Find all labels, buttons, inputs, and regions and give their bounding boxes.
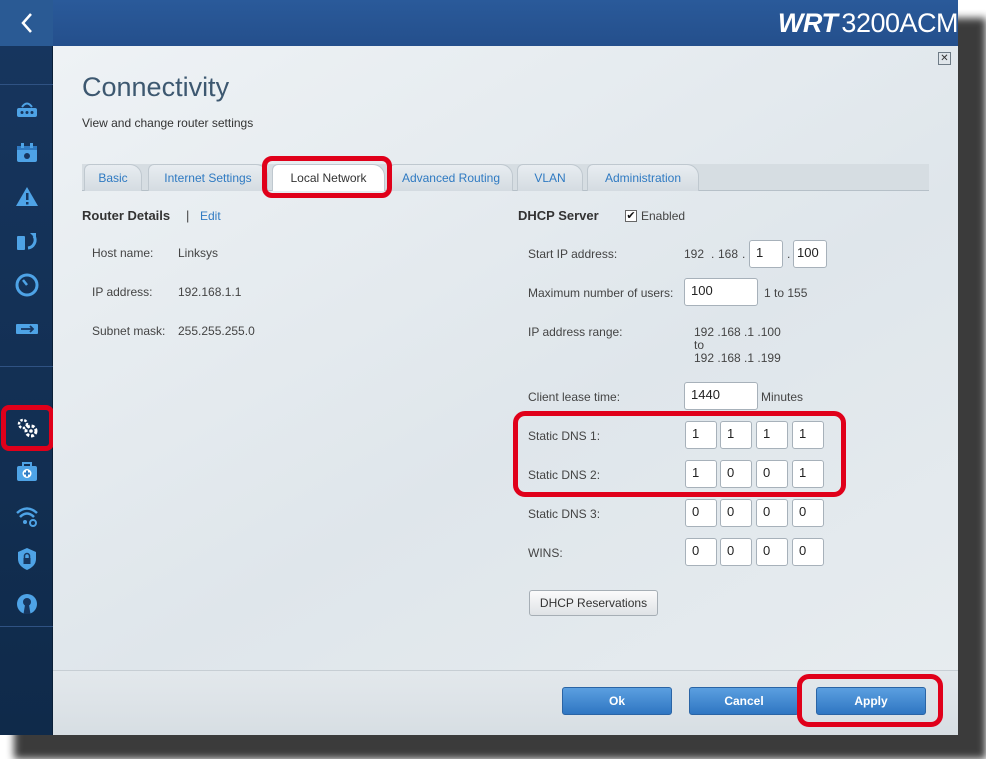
max-users-input[interactable]: 100 [684,278,758,306]
local-network-highlight-annotation [262,156,392,198]
start-ip-octet-4-input[interactable]: 100 [793,240,827,268]
wins-octet-4[interactable]: 0 [792,538,824,566]
brand-logo: WRT 3200ACM [777,8,958,38]
sidebar-item-troubleshooting[interactable] [0,177,53,217]
speed-test-icon [15,273,38,297]
sidebar-divider [0,84,53,85]
tab-strip: Basic Internet Settings Local Network Ad… [82,164,929,191]
network-warning-icon [15,187,38,206]
title-separator: | [186,208,190,223]
edit-link[interactable]: Edit [200,209,221,223]
sidebar [0,0,54,735]
close-icon[interactable]: ✕ [938,52,951,65]
sidebar-item-parental-controls[interactable] [0,133,53,173]
ip-range-to-word: to [694,338,705,352]
ip-address-label: IP address: [92,285,153,299]
sidebar-item-network-map[interactable] [0,90,53,130]
ip-range-to: 192 .168 .1 .199 [694,351,781,365]
back-button[interactable] [0,0,53,46]
ip-dot: . [742,247,746,261]
sidebar-item-troubleshoot-kit[interactable] [0,452,53,492]
static-dns-3-octet-4[interactable]: 0 [792,499,824,527]
ip-dot: . [711,247,715,261]
router-details-title: Router Details [82,208,171,223]
sidebar-divider [0,626,53,627]
calendar-icon [16,143,37,162]
host-name-label: Host name: [92,246,154,260]
lease-time-label: Client lease time: [528,390,621,404]
max-users-label: Maximum number of users: [528,286,674,300]
tab-advanced-routing[interactable]: Advanced Routing [389,164,513,191]
static-dns-3-octet-2[interactable]: 0 [720,499,752,527]
back-arrow-icon [20,13,32,33]
sidebar-item-speed-test[interactable] [0,265,53,305]
wins-octet-2[interactable]: 0 [720,538,752,566]
wins-octet-1[interactable]: 0 [685,538,717,566]
wins-label: WINS: [528,546,563,560]
settings-highlight-annotation [1,405,54,451]
start-ip-octet-2: 168 [718,247,739,261]
footer-bar: Ok Cancel Apply [53,670,958,735]
wins-octet-3[interactable]: 0 [756,538,788,566]
ip-address-value: 192.168.1.1 [178,285,242,299]
lease-time-input[interactable]: 1440 [684,382,758,410]
sidebar-divider [0,366,53,367]
screenshot-stage: WRT 3200ACM ✕ Connectivity View and chang… [0,0,986,759]
start-ip-label: Start IP address: [528,247,618,261]
tab-administration[interactable]: Administration [587,164,699,191]
sidebar-item-wireless[interactable] [0,496,53,536]
sidebar-item-external-storage[interactable] [0,309,53,349]
tab-basic[interactable]: Basic [84,164,142,191]
connectivity-panel: ✕ Connectivity View and change router se… [53,46,958,735]
ip-range-label: IP address range: [528,325,623,339]
apply-highlight-annotation [797,674,943,727]
cancel-button[interactable]: Cancel [689,687,799,715]
tab-vlan[interactable]: VLAN [517,164,583,191]
dhcp-enabled-label: Enabled [641,209,686,223]
dhcp-enabled-checkbox[interactable]: ✔ [625,210,637,222]
host-name-value: Linksys [178,246,219,260]
start-ip-octet-1: 192 [684,247,705,261]
security-shield-icon [17,548,36,570]
first-aid-icon [16,462,37,481]
top-bar: WRT 3200ACM [53,0,958,46]
ip-dot: . [787,247,791,261]
router-window: WRT 3200ACM ✕ Connectivity View and chang… [0,0,958,735]
refresh-icon [16,233,37,250]
lease-time-unit: Minutes [761,390,804,404]
dhcp-reservations-button[interactable]: DHCP Reservations [529,590,658,616]
usb-icon [15,324,38,334]
sidebar-item-openvpn[interactable] [0,584,53,624]
sidebar-item-firmware[interactable] [0,221,53,261]
wifi-settings-icon [15,507,38,527]
ok-button[interactable]: Ok [562,687,672,715]
dns-highlight-annotation [513,411,846,497]
ip-range-from: 192 .168 .1 .100 [694,325,781,339]
page-title: Connectivity [82,72,230,102]
static-dns-3-octet-1[interactable]: 0 [685,499,717,527]
dhcp-server-title: DHCP Server [518,208,599,223]
static-dns-3-octet-3[interactable]: 0 [756,499,788,527]
static-dns-3-label: Static DNS 3: [528,507,601,521]
start-ip-octet-3-input[interactable]: 1 [749,240,783,268]
subnet-mask-label: Subnet mask: [92,324,166,338]
open-vpn-icon [16,594,37,614]
page-subtitle: View and change router settings [82,116,254,130]
subnet-mask-value: 255.255.255.0 [178,324,255,338]
tab-internet-settings[interactable]: Internet Settings [148,164,268,191]
router-icon [16,102,37,117]
max-users-range: 1 to 155 [764,286,808,300]
sidebar-item-security[interactable] [0,539,53,579]
